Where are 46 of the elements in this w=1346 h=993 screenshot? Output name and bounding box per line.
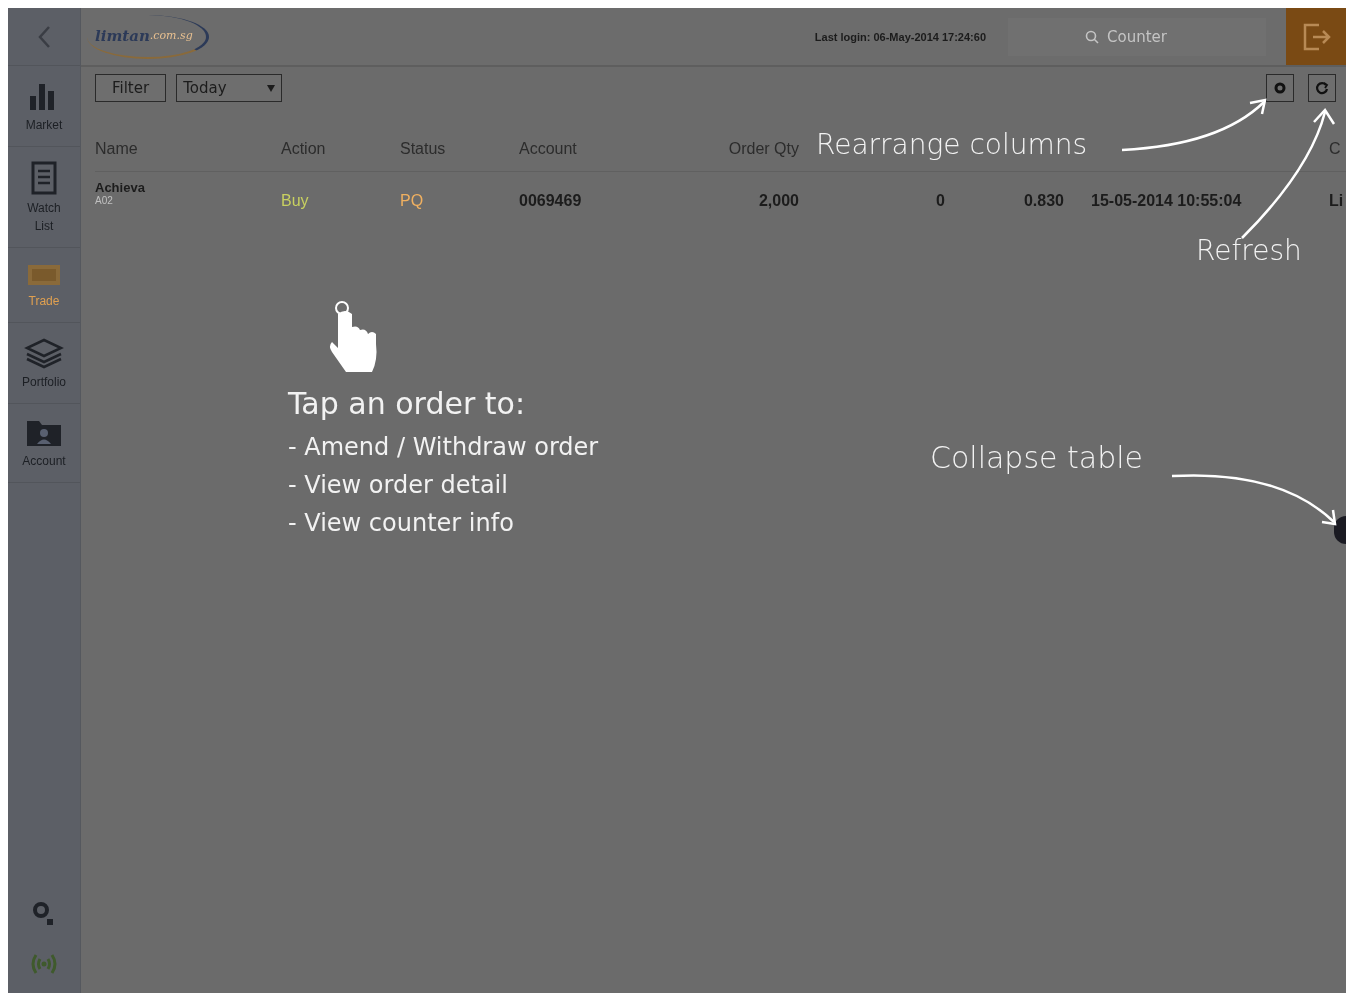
stock-name: Achieva xyxy=(95,180,146,195)
settings-button[interactable] xyxy=(1266,74,1294,102)
column-header: C xyxy=(1328,140,1342,158)
logout-button[interactable] xyxy=(1286,8,1346,65)
sidebar-item[interactable]: Market xyxy=(8,66,80,147)
sidebar-item[interactable]: Watch List xyxy=(8,147,80,248)
table-cell-text: 0 xyxy=(935,192,945,210)
annotation-item: - View order detail xyxy=(288,470,509,501)
document-icon xyxy=(31,161,57,195)
folder-person-icon xyxy=(25,418,63,448)
annotation-text: Refresh xyxy=(1196,234,1302,267)
gear-icon xyxy=(1273,81,1287,95)
caret-icon xyxy=(267,84,276,92)
layers-icon xyxy=(24,337,64,369)
column-header: Order Qty xyxy=(727,140,799,158)
column-header: Action xyxy=(281,140,327,158)
filter-button[interactable]: Filter xyxy=(95,74,167,102)
period-dropdown[interactable]: Today xyxy=(176,74,283,102)
action-cell-text: Buy xyxy=(281,192,310,210)
annotation-text: Collapse table xyxy=(930,440,1143,475)
time-cell-text: 15-05-2014 10:55:04 xyxy=(1090,192,1243,210)
table-cell-text: 0.830 xyxy=(1022,192,1064,210)
quantity-cell-text: 2,000 xyxy=(757,192,799,210)
stock-code: A02 xyxy=(95,195,114,206)
annotation-item: - Amend / Withdraw order xyxy=(288,432,599,463)
search-icon xyxy=(1085,29,1099,44)
column-header: Name xyxy=(95,140,139,158)
search-field[interactable]: Counter xyxy=(1008,17,1266,56)
status-cell-text: PQ xyxy=(400,192,425,210)
banknote-icon xyxy=(26,262,62,288)
search-input[interactable]: Counter xyxy=(1105,26,1189,47)
refresh-button[interactable] xyxy=(1308,74,1336,102)
column-header: Status xyxy=(400,140,447,158)
annotation-title: Tap an order to: xyxy=(288,386,526,421)
account-cell-text: 0069469 xyxy=(519,192,583,210)
refresh-icon xyxy=(1315,81,1329,95)
annotation-text: Rearrange columns xyxy=(816,128,1088,161)
annotation-item: - View counter info xyxy=(288,508,515,539)
logo: limtan.com.sg xyxy=(87,14,209,59)
sidebar-item[interactable]: Trade xyxy=(8,248,80,323)
sidebar-item[interactable]: Account xyxy=(8,404,80,483)
table-cell-text: Li xyxy=(1328,192,1345,210)
last-login-text: Last login: 06-May-2014 17:24:60 xyxy=(814,30,986,43)
sidebar-item[interactable]: Portfolio xyxy=(8,323,80,404)
order-row[interactable]: Achieva A02 Buy PQ 0069469 2,000 0 0.830 15-05-2014 10:55:04 Li xyxy=(95,172,1346,230)
column-header: Account xyxy=(519,140,578,158)
